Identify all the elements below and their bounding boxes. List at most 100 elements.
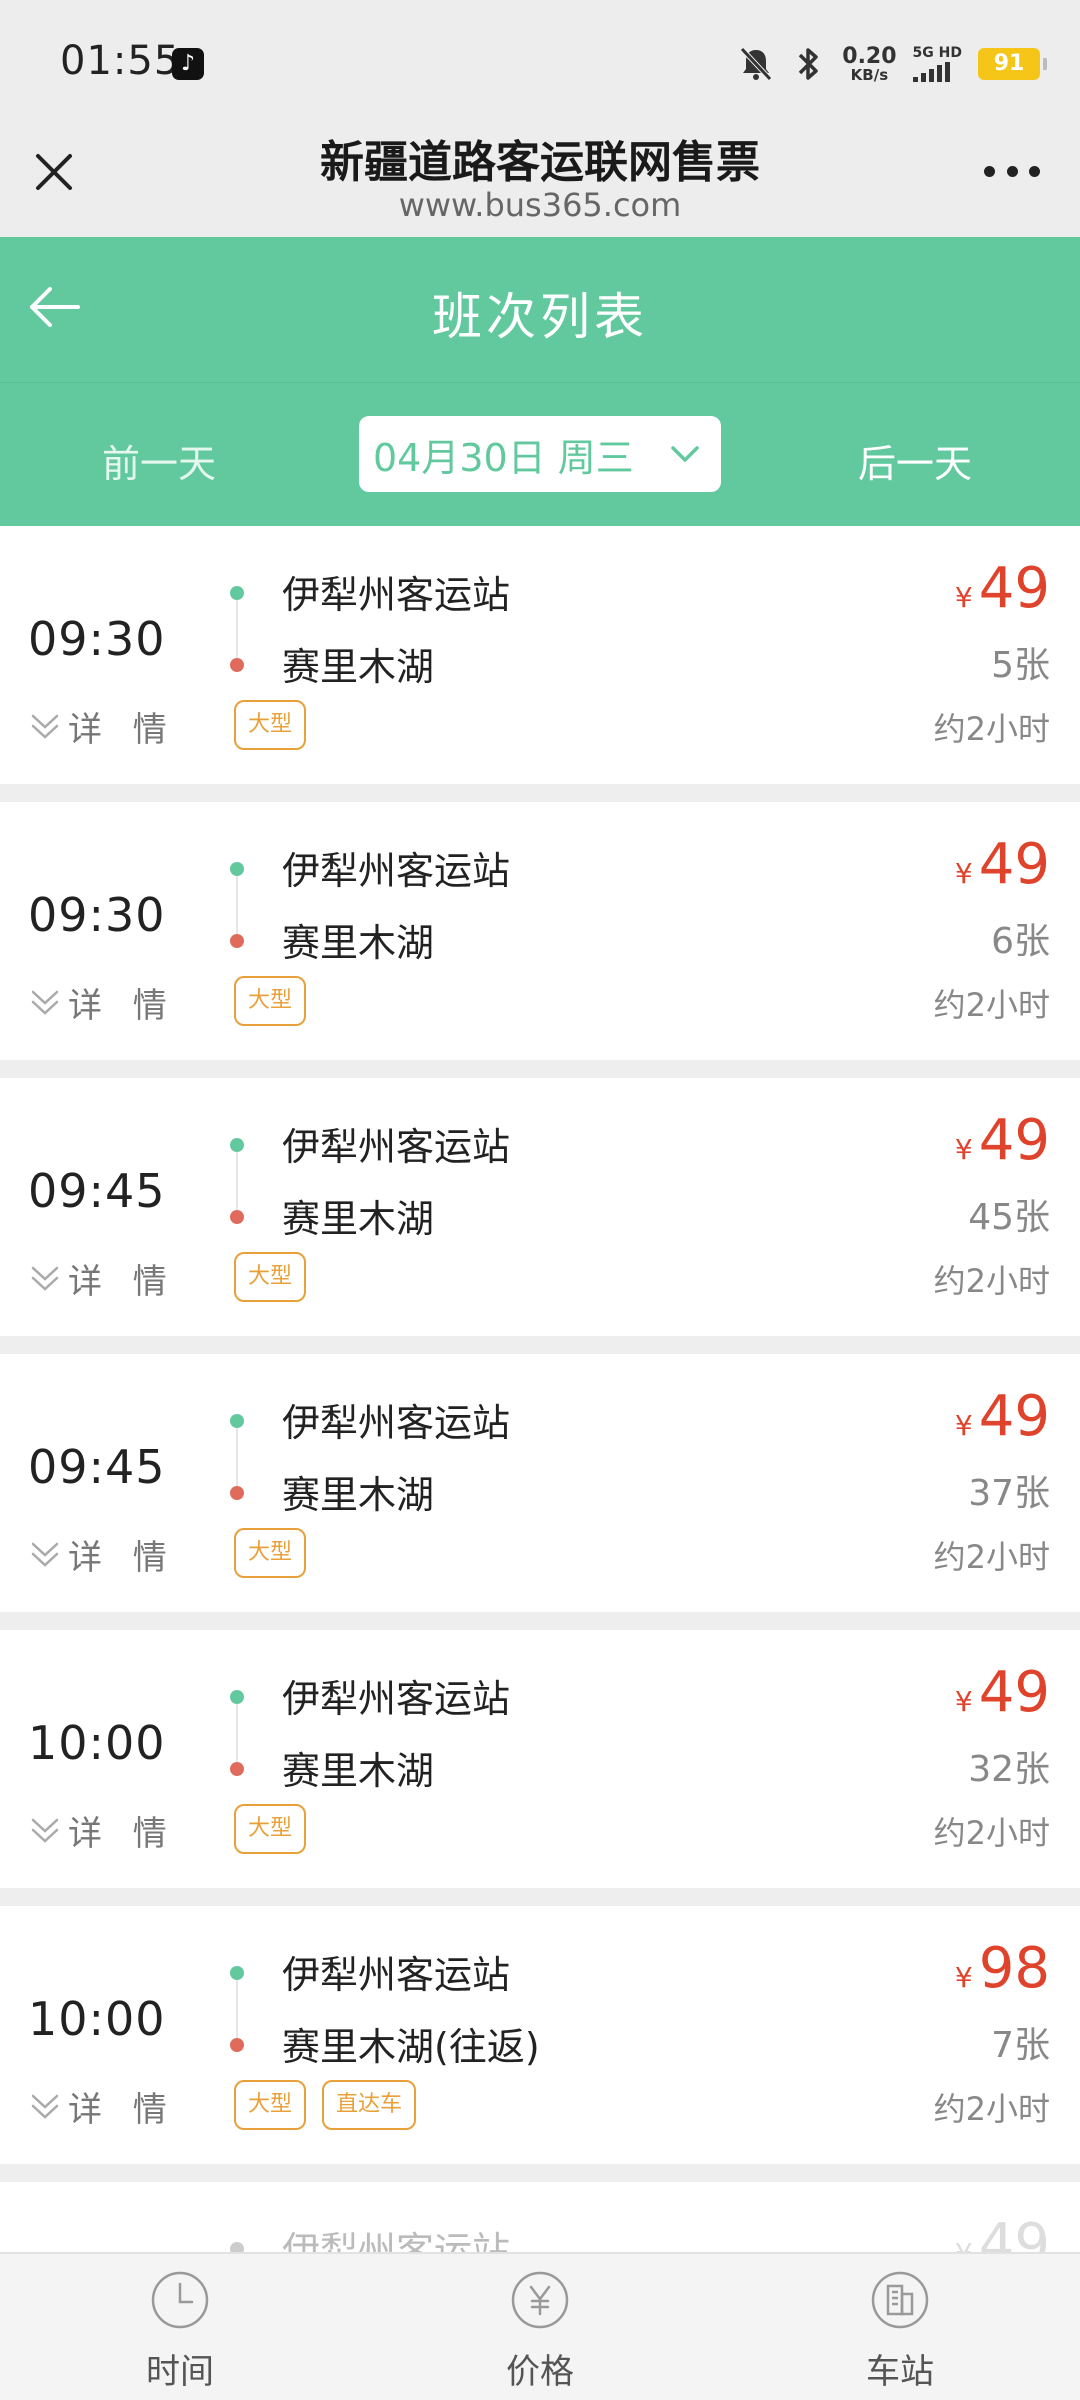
details-toggle[interactable]: 详 情 bbox=[28, 1254, 177, 1303]
bell-muted-icon bbox=[740, 47, 773, 81]
destination-station: 赛里木湖 bbox=[282, 1473, 435, 1517]
double-chevron-down-icon bbox=[31, 1266, 59, 1291]
origin-station: 伊犁州客运站 bbox=[282, 1401, 511, 1445]
destination-dot bbox=[230, 1210, 244, 1224]
destination-dot bbox=[230, 934, 244, 948]
building-icon bbox=[871, 2271, 929, 2329]
details-toggle[interactable]: 详 情 bbox=[28, 1806, 177, 1855]
app-bar: 班次列表 bbox=[0, 237, 1080, 382]
details-toggle[interactable]: 详 情 bbox=[28, 978, 177, 1027]
schedule-list[interactable]: 09:30 详 情伊犁州客运站 赛里木湖 大型 ¥49 5张 约2小时 09:30 详 情伊犁州… bbox=[0, 526, 1080, 2252]
bus-tags: 大型 bbox=[234, 1252, 307, 1302]
filter-by-station-label: 车站 bbox=[866, 2352, 934, 2392]
departure-time: 10:00 bbox=[28, 1992, 166, 2046]
ticket-price: ¥49 bbox=[955, 1384, 1050, 1449]
status-time: 01:55 bbox=[60, 38, 181, 84]
destination-dot bbox=[230, 658, 244, 672]
bus-type-tag: 大型 bbox=[234, 2080, 307, 2130]
network-speed-unit: KB/s bbox=[850, 65, 889, 84]
sort-by-time-tab[interactable]: 时间 bbox=[80, 2254, 280, 2400]
details-toggle[interactable]: 详 情 bbox=[28, 2082, 177, 2131]
next-day-button[interactable]: 后一天 bbox=[858, 433, 972, 488]
seats-available: 37张 bbox=[968, 1473, 1050, 1514]
details-label: 详 情 bbox=[68, 2090, 177, 2130]
details-label: 详 情 bbox=[68, 1814, 177, 1854]
departure-time: 09:30 bbox=[28, 612, 166, 666]
webview-url: www.bus365.com bbox=[398, 186, 682, 224]
seats-available: 32张 bbox=[968, 1749, 1050, 1790]
ticket-price: ¥49 bbox=[955, 1108, 1050, 1173]
currency-symbol: ¥ bbox=[954, 1685, 973, 1718]
details-label: 详 情 bbox=[68, 1538, 177, 1578]
bluetooth-icon bbox=[799, 48, 819, 80]
ticket-price: ¥98 bbox=[955, 1936, 1050, 2001]
ticket-price: ¥49 bbox=[955, 2212, 1050, 2252]
origin-dot bbox=[230, 2242, 244, 2252]
trip-duration: 约2小时 bbox=[933, 986, 1050, 1024]
status-bar: 01:55 ♪ 0.20 KB/s 5G HD 91 bbox=[0, 0, 1080, 120]
schedule-card[interactable]: 09:30 详 情 伊犁州客运站 赛里木湖 大型 ¥49 6张 约2小时 bbox=[0, 802, 1080, 1060]
schedule-card-partial[interactable]: 伊犁州客运站 ¥49 bbox=[0, 2182, 1080, 2252]
price-value: 49 bbox=[978, 2212, 1050, 2252]
origin-dot bbox=[230, 1966, 244, 1980]
origin-station: 伊犁州客运站 bbox=[282, 849, 511, 893]
destination-dot bbox=[230, 2038, 244, 2052]
route-line bbox=[236, 600, 238, 658]
trip-duration: 约2小时 bbox=[933, 2090, 1050, 2128]
schedule-card[interactable]: 09:45 详 情 伊犁州客运站 赛里木湖 大型 ¥49 37张 约2小时 bbox=[0, 1354, 1080, 1612]
ticket-price: ¥49 bbox=[955, 1660, 1050, 1725]
price-value: 49 bbox=[978, 832, 1050, 897]
sort-by-price-label: 价格 bbox=[506, 2352, 574, 2392]
current-date: 04月30日 周三 bbox=[373, 435, 634, 480]
currency-symbol: ¥ bbox=[954, 1133, 973, 1166]
trip-duration: 约2小时 bbox=[933, 710, 1050, 748]
price-value: 49 bbox=[978, 556, 1050, 621]
price-value: 98 bbox=[978, 1936, 1050, 2001]
ticket-price: ¥49 bbox=[955, 832, 1050, 897]
details-label: 详 情 bbox=[68, 710, 177, 750]
seats-available: 6张 bbox=[991, 921, 1050, 962]
seats-available: 7张 bbox=[991, 2025, 1050, 2066]
battery-icon: 91 bbox=[978, 48, 1047, 80]
details-toggle[interactable]: 详 情 bbox=[28, 1530, 177, 1579]
schedule-card[interactable]: 10:00 详 情 伊犁州客运站 赛里木湖(往返) 大型 直达车 ¥98 7张约2小时 bbox=[0, 1906, 1080, 2164]
bus-type-tag: 大型 bbox=[234, 1252, 307, 1302]
webview-title: 新疆道路客运联网售票 bbox=[320, 137, 760, 188]
network-type-label: 5G HD bbox=[912, 45, 962, 61]
route-line bbox=[236, 1980, 238, 2038]
currency-symbol: ¥ bbox=[954, 1409, 973, 1442]
page-title: 班次列表 bbox=[432, 288, 648, 346]
bus-type-tag: 大型 bbox=[234, 1528, 307, 1578]
schedule-card[interactable]: 10:00 详 情 伊犁州客运站 赛里木湖 大型 ¥49 32张 约2小时 bbox=[0, 1630, 1080, 1888]
destination-station: 赛里木湖 bbox=[282, 645, 435, 689]
tiktok-notification-icon: ♪ bbox=[172, 48, 204, 80]
currency-symbol: ¥ bbox=[954, 1961, 973, 1994]
destination-dot bbox=[230, 1762, 244, 1776]
previous-day-button[interactable]: 前一天 bbox=[102, 433, 216, 488]
origin-station: 伊犁州客运站 bbox=[282, 1953, 511, 1997]
sort-by-price-tab[interactable]: 价格 bbox=[440, 2254, 640, 2400]
destination-station: 赛里木湖(往返) bbox=[282, 2025, 540, 2069]
status-icons: 0.20 KB/s 5G HD 91 bbox=[738, 40, 1047, 88]
double-chevron-down-icon bbox=[31, 1818, 59, 1843]
schedule-card[interactable]: 09:30 详 情 伊犁州客运站 赛里木湖 大型 ¥49 5张 约2小时 bbox=[0, 526, 1080, 784]
filter-by-station-tab[interactable]: 车站 bbox=[800, 2254, 1000, 2400]
sort-by-time-label: 时间 bbox=[146, 2352, 214, 2392]
date-picker[interactable]: 04月30日 周三 bbox=[359, 416, 721, 492]
double-chevron-down-icon bbox=[31, 990, 59, 1015]
departure-time: 09:30 bbox=[28, 888, 166, 942]
more-options-icon[interactable] bbox=[984, 166, 1040, 180]
bus-type-tag: 大型 bbox=[234, 1804, 307, 1854]
bus-type-tag: 直达车 bbox=[322, 2080, 417, 2130]
date-navigation: 前一天 04月30日 周三 后一天 bbox=[0, 382, 1080, 526]
double-chevron-down-icon bbox=[31, 2094, 59, 2119]
origin-station: 伊犁州客运站 bbox=[282, 1677, 511, 1721]
schedule-card[interactable]: 09:45 详 情 伊犁州客运站 赛里木湖 大型 ¥49 45张 约2小时 bbox=[0, 1078, 1080, 1336]
departure-time: 10:00 bbox=[28, 1716, 166, 1770]
departure-time: 09:45 bbox=[28, 1164, 166, 1218]
network-type: 5G HD bbox=[912, 45, 962, 82]
details-toggle[interactable]: 详 情 bbox=[28, 702, 177, 751]
seats-available: 5张 bbox=[991, 645, 1050, 686]
clock-icon bbox=[151, 2271, 209, 2329]
bus-type-tag: 大型 bbox=[234, 976, 307, 1026]
